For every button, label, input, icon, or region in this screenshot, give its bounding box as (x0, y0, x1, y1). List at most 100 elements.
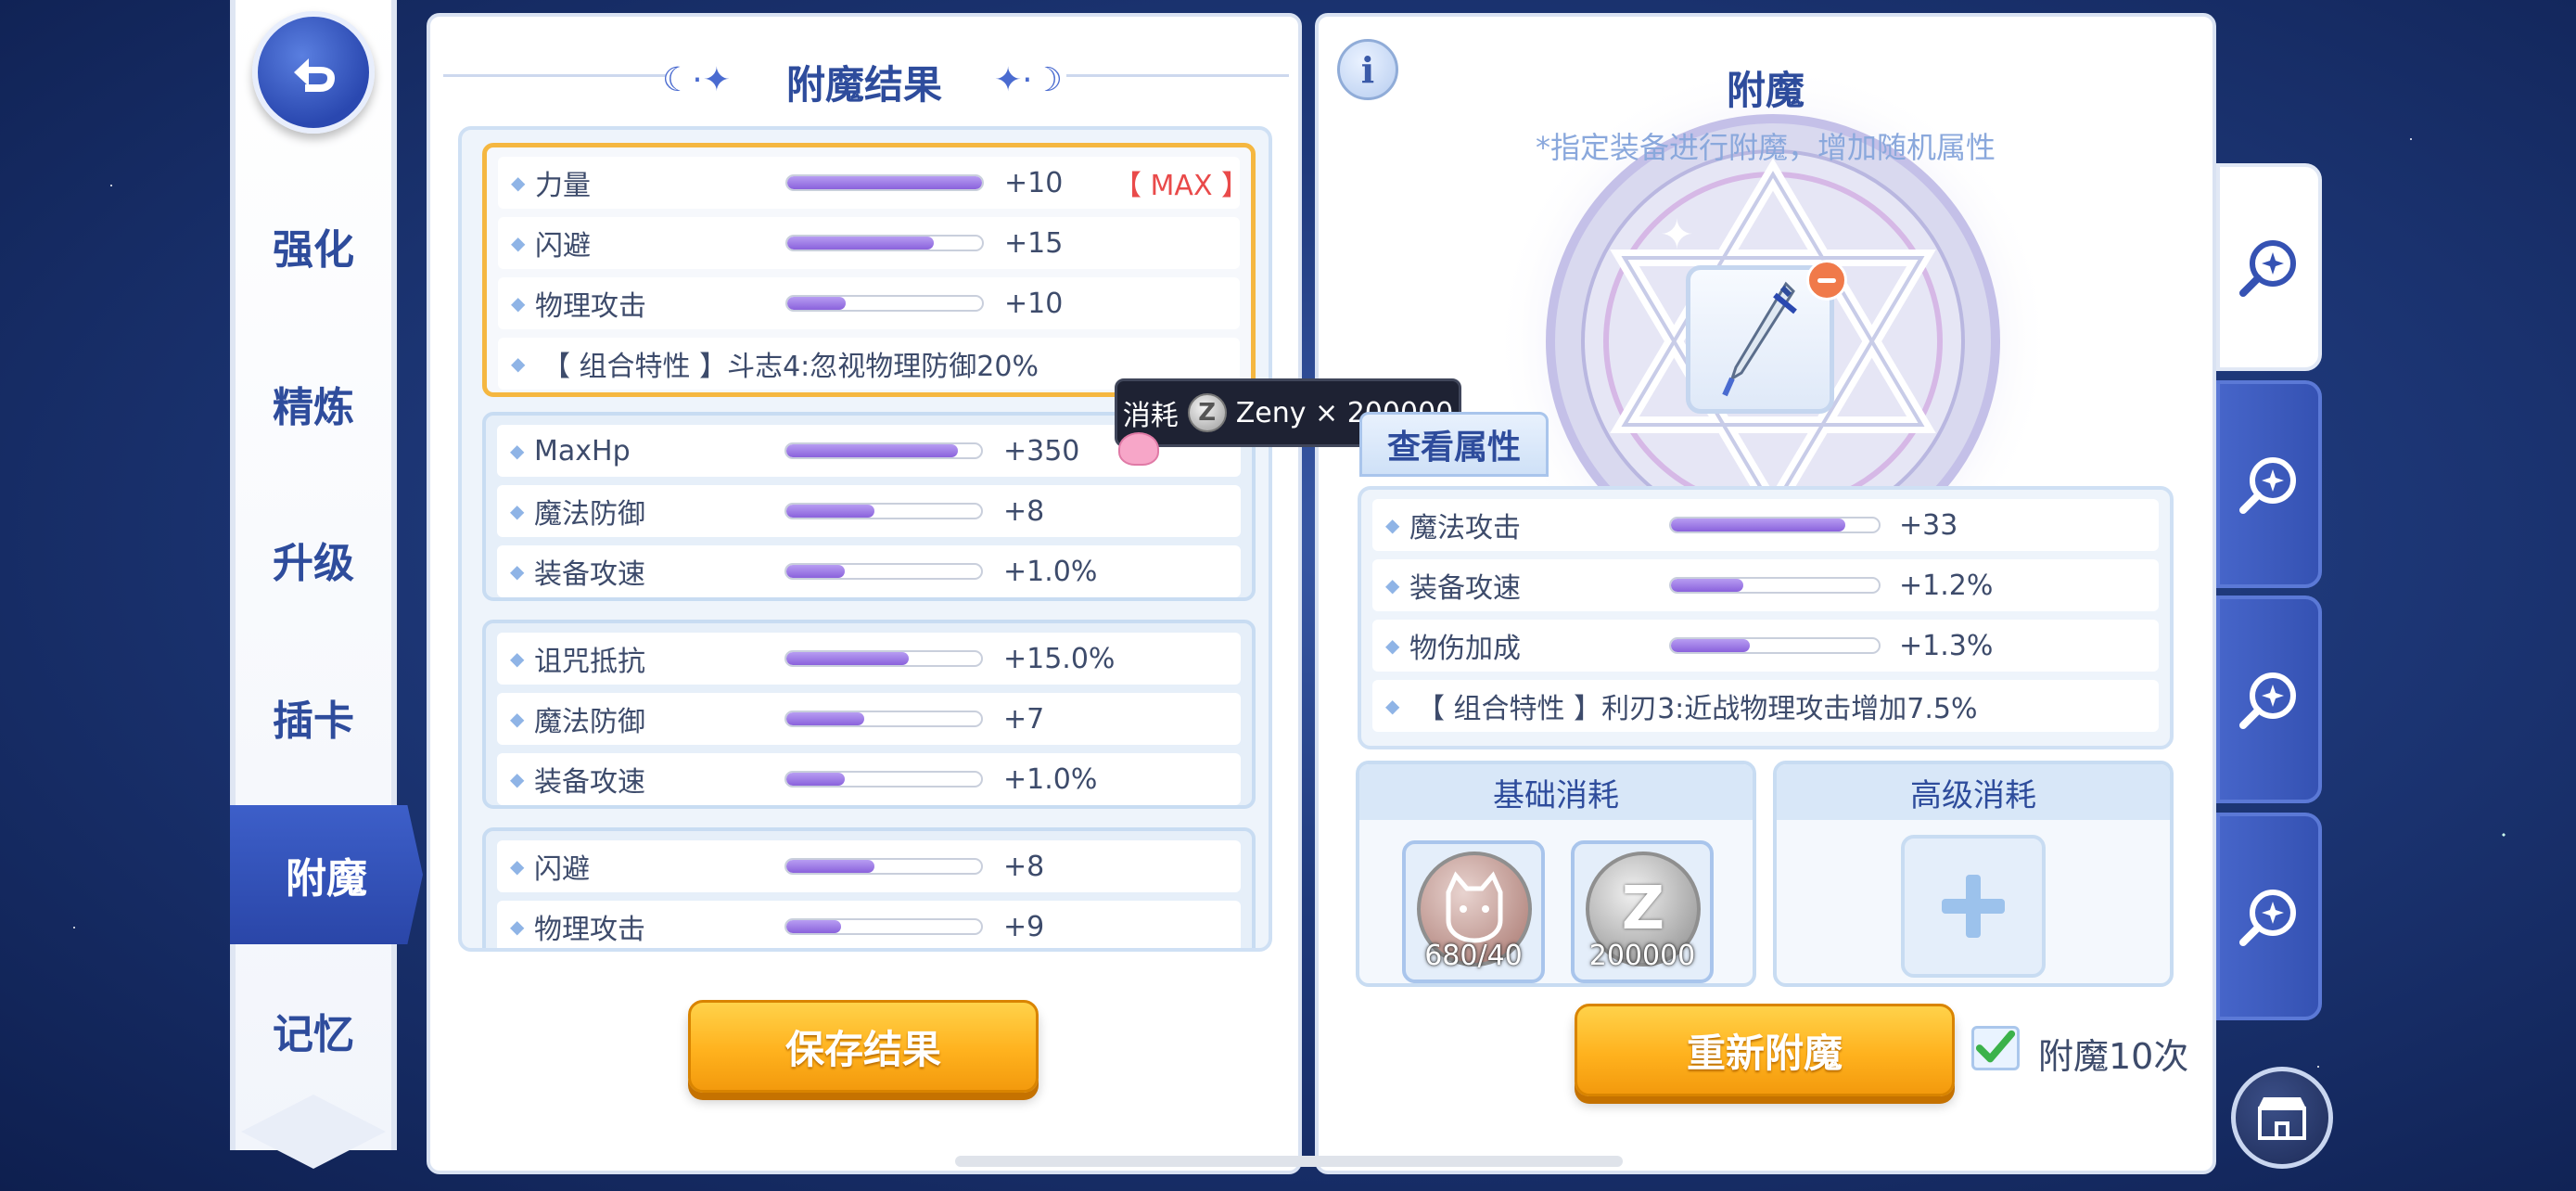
advanced-cost-title: 高级消耗 (1777, 764, 2170, 820)
diamond-bullet-icon: ◆ (1385, 634, 1400, 657)
attr-bar (1669, 517, 1881, 533)
nav-item-memory[interactable]: 记忆 (230, 961, 397, 1100)
attr-value: +33 (1899, 508, 1958, 542)
enchant-10x-checkbox[interactable] (1971, 1026, 2020, 1070)
attr-value: +7 (1003, 702, 1045, 736)
result-row: ◆ 力量 +10 【 MAX 】 (498, 157, 1250, 209)
attr-name: 魔法攻击 (1409, 512, 1521, 544)
result-row: ◆ 闪避 +15 (498, 217, 1240, 269)
nav-item-strengthen[interactable]: 强化 (230, 176, 397, 315)
result-group-3[interactable]: ◆ 诅咒抵抗 +15.0% ◆ 魔法防御 +7 ◆ 装备攻速 +1.0% (482, 620, 1256, 809)
basic-cost-box: 基础消耗 680/40 Z 200000 (1356, 761, 1756, 987)
attr-bar (784, 650, 983, 667)
attr-value: +1.0% (1003, 555, 1098, 588)
cost-item-zeny[interactable]: Z 200000 (1571, 840, 1714, 983)
enchant-subtitle: *指定装备进行附魔，增加随机属性 (1535, 130, 1996, 165)
cost-item-cat-coin[interactable]: 680/40 (1402, 840, 1545, 983)
attr-name: 诅咒抵抗 (534, 646, 645, 678)
reenchant-button[interactable]: 重新附魔 (1575, 1004, 1955, 1096)
home-indicator (955, 1156, 1623, 1167)
attr-name: 物理攻击 (535, 290, 646, 323)
attr-row: ◆ 装备攻速 +1.2% (1372, 559, 2159, 611)
attr-name: 物理攻击 (534, 914, 645, 946)
sparkle-arrow-icon (2239, 457, 2296, 514)
result-title: 附魔结果 (785, 62, 942, 108)
result-row: ◆ 物理攻击 +10 (498, 277, 1240, 329)
diamond-bullet-icon: ◆ (511, 292, 526, 314)
shop-button[interactable] (2231, 1067, 2333, 1169)
result-row: ◆ 魔法防御 +8 (497, 485, 1241, 537)
result-row: ◆ 诅咒抵抗 +15.0% (497, 633, 1241, 685)
enchant-10x-label: 附魔10次 (2038, 1036, 2189, 1077)
result-group-1[interactable]: ◆ 力量 +10 【 MAX 】 ◆ 闪避 +15 ◆ 物理攻击 +10 ◆ 【… (482, 143, 1256, 397)
tooltip-prefix: 消耗 (1122, 400, 1179, 432)
attr-value: +15 (1004, 226, 1064, 260)
add-advanced-material-button[interactable] (1901, 835, 2046, 978)
save-result-button[interactable]: 保存结果 (688, 1000, 1039, 1093)
attr-name: 装备攻速 (1409, 572, 1521, 605)
diamond-bullet-icon: ◆ (510, 916, 525, 938)
side-tab-4[interactable] (2216, 813, 2322, 1020)
sparkle-magnifier-icon (2239, 240, 2296, 297)
diamond-bullet-icon: ◆ (1385, 514, 1400, 536)
attr-bar (1669, 637, 1881, 654)
attr-bar (785, 235, 984, 251)
zeny-coin-icon: Z (1187, 393, 1227, 432)
side-tab-3[interactable] (2216, 596, 2322, 803)
checkmark-icon (1975, 1030, 2016, 1063)
current-attributes: ◆ 魔法攻击 +33 ◆ 装备攻速 +1.2% ◆ 物伤加成 +1.3% ◆ 【… (1358, 486, 2174, 749)
diamond-bullet-icon: ◆ (510, 440, 525, 462)
nav-item-upgrade[interactable]: 升级 (230, 490, 397, 629)
attr-value: +15.0% (1003, 642, 1116, 675)
sparkle-list-icon (2239, 890, 2296, 946)
attr-row: ◆ 魔法攻击 +33 (1372, 499, 2159, 551)
combo-text: 【 组合特性 】斗志4:忽视物理防御20% (542, 351, 1039, 383)
attr-bar (785, 295, 984, 312)
diamond-bullet-icon: ◆ (510, 500, 525, 522)
side-tab-enchant[interactable] (2216, 163, 2322, 371)
back-button[interactable] (252, 11, 375, 134)
combo-text: 【 组合特性 】利刃3:近战物理攻击增加7.5% (1417, 693, 1978, 725)
attr-value: +1.2% (1899, 569, 1994, 602)
nav-item-enchant[interactable]: 附魔 (230, 805, 423, 944)
diamond-bullet-icon: ◆ (510, 708, 525, 730)
attr-value: +10 (1004, 166, 1064, 199)
max-tag: 【 MAX 】 (1114, 170, 1250, 202)
diamond-bullet-icon: ◆ (510, 647, 525, 670)
side-tab-2[interactable] (2216, 380, 2322, 588)
attr-name: 闪避 (535, 230, 591, 263)
diamond-bullet-icon: ◆ (511, 352, 526, 375)
remove-equipment-button[interactable] (1806, 260, 1847, 301)
svg-text:✦: ✦ (1660, 211, 1694, 259)
sparkle-refresh-icon (2239, 672, 2296, 729)
attr-name: 物伤加成 (1409, 633, 1521, 665)
result-row: ◆ 装备攻速 +1.0% (497, 545, 1241, 597)
attr-name: 装备攻速 (534, 558, 645, 591)
results-list[interactable]: ◆ 力量 +10 【 MAX 】 ◆ 闪避 +15 ◆ 物理攻击 +10 ◆ 【… (458, 126, 1272, 952)
attr-bar (785, 174, 984, 191)
result-row: ◆ 装备攻速 +1.0% (497, 753, 1241, 805)
shop-icon (2258, 1097, 2306, 1140)
view-attributes-tab[interactable]: 查看属性 (1359, 412, 1549, 477)
attr-bar (784, 563, 983, 580)
attr-bar (784, 442, 983, 459)
attr-name: 装备攻速 (534, 766, 645, 799)
attr-name: 力量 (535, 170, 591, 202)
attr-bar (784, 503, 983, 519)
nav-item-card[interactable]: 插卡 (230, 647, 397, 787)
diamond-bullet-icon: ◆ (510, 560, 525, 583)
attr-row: ◆ 物伤加成 +1.3% (1372, 620, 2159, 672)
attr-value: +350 (1003, 434, 1080, 467)
result-row: ◆ 闪避 +8 (497, 840, 1241, 892)
diamond-bullet-icon: ◆ (1385, 695, 1400, 717)
attr-value: +9 (1003, 910, 1045, 943)
attr-value: +8 (1003, 494, 1045, 528)
combo-row: ◆ 【 组合特性 】利刃3:近战物理攻击增加7.5% (1372, 680, 2159, 732)
result-row: ◆ 物理攻击 +9 (497, 901, 1241, 948)
nav-item-refine[interactable]: 精炼 (230, 334, 397, 473)
attr-bar (784, 771, 983, 788)
poring-icon (1118, 432, 1159, 466)
result-group-4[interactable]: ◆ 闪避 +8 ◆ 物理攻击 +9 (482, 827, 1256, 948)
attr-name: 闪避 (534, 853, 590, 886)
diamond-bullet-icon: ◆ (511, 232, 526, 254)
